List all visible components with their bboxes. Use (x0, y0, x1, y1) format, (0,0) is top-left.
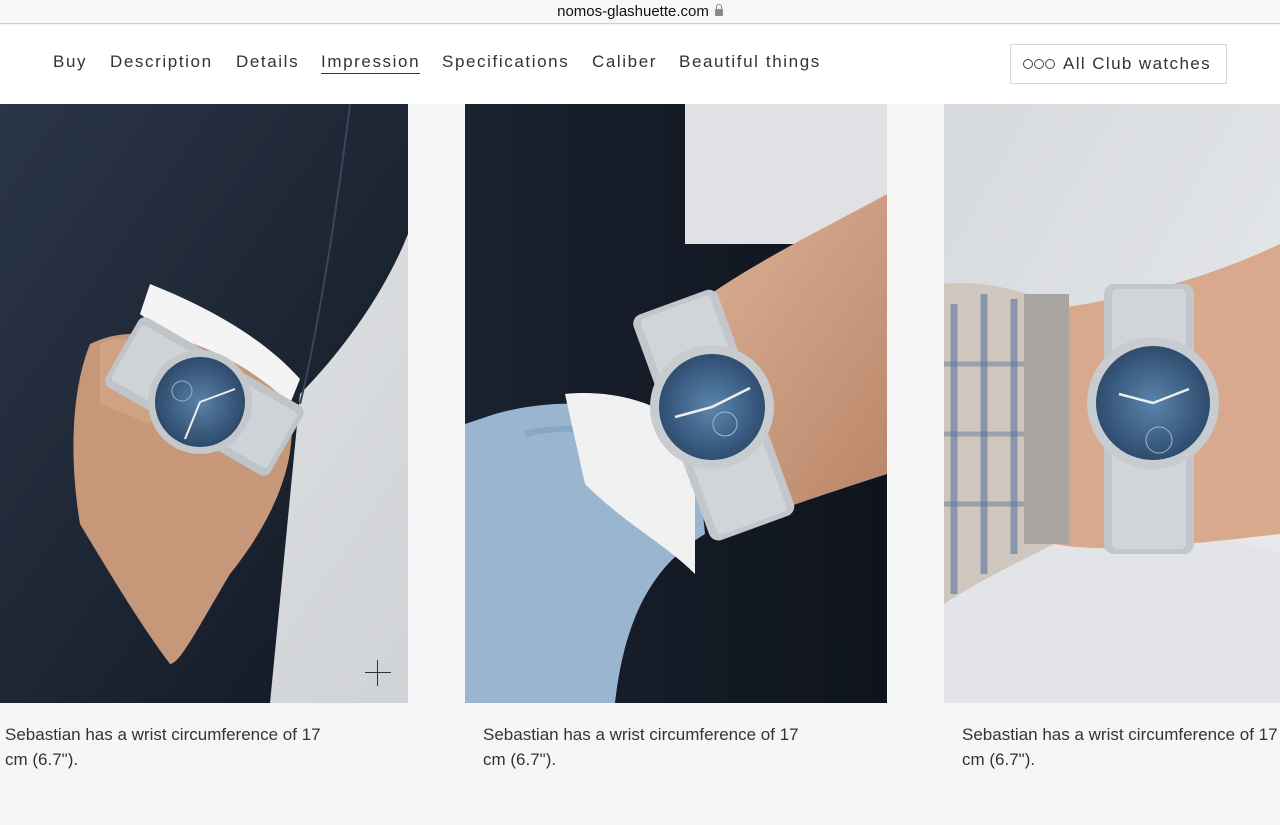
gallery-image-1[interactable] (0, 104, 408, 703)
nav-item-caliber[interactable]: Caliber (592, 52, 657, 72)
nav-item-impression[interactable]: Impression (321, 52, 421, 74)
nav-item-buy[interactable]: Buy (53, 52, 87, 72)
all-club-watches-label: All Club watches (1063, 54, 1212, 73)
caption-1: Sebastian has a wrist circumference of 1… (5, 725, 321, 769)
three-rings-icon (1023, 59, 1055, 69)
nav-item-specifications[interactable]: Specifications (442, 52, 569, 72)
browser-url-bar[interactable]: nomos-glashuette.com (0, 0, 1280, 24)
gallery-image-3[interactable] (944, 104, 1280, 703)
gallery-image-2[interactable] (465, 104, 887, 703)
nav-item-details[interactable]: Details (236, 52, 299, 72)
lock-icon (714, 4, 723, 16)
nav-item-description[interactable]: Description (110, 52, 213, 72)
url-text[interactable]: nomos-glashuette.com (557, 3, 709, 20)
nav-item-beautiful-things[interactable]: Beautiful things (679, 52, 821, 72)
caption-2: Sebastian has a wrist circumference of 1… (483, 725, 799, 769)
product-nav: Buy Description Details Impression Speci… (0, 25, 1280, 104)
watch-on-wrist-photo-3 (944, 104, 1280, 703)
plus-icon[interactable] (365, 660, 391, 686)
all-club-watches-button[interactable]: All Club watches (1010, 44, 1227, 84)
caption-3: Sebastian has a wrist circumference of 1… (962, 725, 1278, 769)
watch-on-wrist-photo-1 (0, 104, 408, 703)
watch-on-wrist-photo-2 (465, 104, 887, 703)
